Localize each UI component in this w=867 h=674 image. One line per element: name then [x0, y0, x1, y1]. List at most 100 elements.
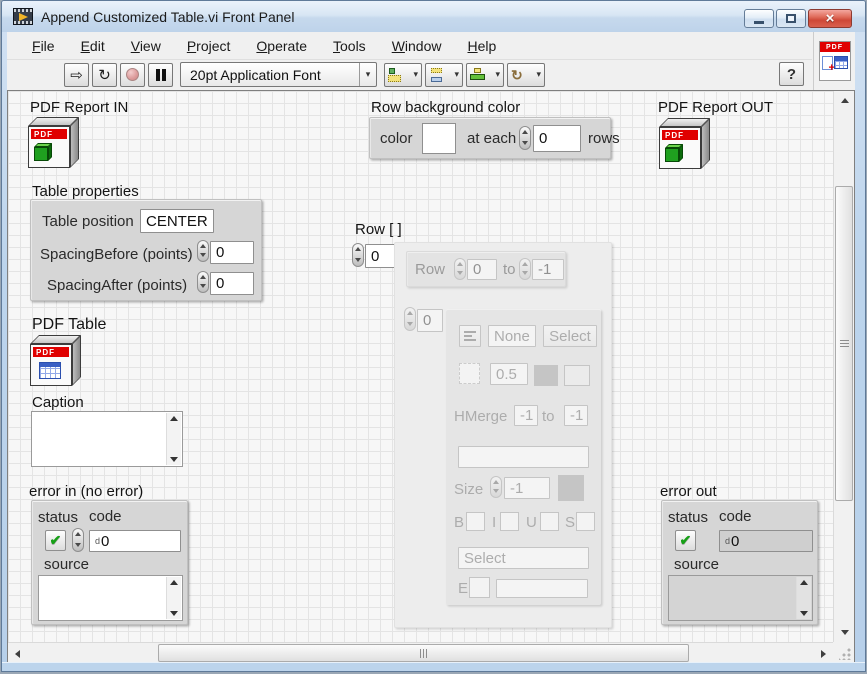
green-cube-icon: [34, 143, 56, 163]
window-title: Append Customized Table.vi Front Panel: [41, 9, 294, 25]
error-in-label: error in (no error): [29, 483, 143, 500]
color-box[interactable]: [422, 123, 456, 154]
embedded-field: [496, 579, 588, 598]
chevron-down-icon: ▾: [454, 69, 459, 80]
resize-objects-button[interactable]: ▾: [466, 63, 504, 87]
cell-array-index-field: 0: [417, 309, 443, 332]
menu-file[interactable]: File: [19, 38, 68, 54]
row-array-index-spinner[interactable]: [352, 243, 364, 267]
code-label: code: [89, 508, 122, 525]
pdf-report-out-refnum[interactable]: PDF: [659, 118, 715, 172]
row-cluster-disabled: Row 0 to -1 0 None: [394, 242, 612, 628]
source-scrollbar[interactable]: [166, 577, 181, 619]
help-icon: ?: [787, 66, 796, 83]
scroll-down-icon[interactable]: [170, 457, 178, 462]
chevron-down-icon: ▾: [413, 69, 418, 80]
status-checkbox[interactable]: ✔: [45, 530, 66, 551]
vertical-scrollbar[interactable]: [833, 91, 854, 642]
pause-button[interactable]: [148, 63, 173, 87]
table-icon: [834, 56, 848, 69]
menu-view[interactable]: View: [118, 38, 174, 54]
vi-icon[interactable]: PDF +: [819, 41, 851, 81]
at-each-field[interactable]: 0: [533, 125, 581, 152]
scroll-up-button[interactable]: [834, 91, 855, 110]
scroll-down-icon[interactable]: [800, 611, 808, 616]
help-button[interactable]: ?: [779, 62, 804, 86]
abort-button[interactable]: [120, 63, 145, 87]
scroll-left-button[interactable]: [8, 643, 27, 664]
at-each-spinner[interactable]: [519, 126, 531, 150]
run-button[interactable]: ⇨: [64, 63, 89, 87]
pdf-table-refnum[interactable]: PDF: [30, 335, 86, 389]
scroll-up-icon[interactable]: [170, 580, 178, 585]
row-range-cluster: Row 0 to -1: [406, 251, 566, 287]
align-objects-button[interactable]: ▾: [384, 63, 422, 87]
reorder-icon: ↻: [511, 68, 523, 82]
spacing-after-spinner[interactable]: [197, 271, 209, 293]
source-input[interactable]: [38, 575, 183, 621]
maximize-button[interactable]: [776, 9, 806, 28]
resize-grip[interactable]: [833, 642, 854, 663]
error-in-cluster: status code ✔ d0 source: [31, 500, 188, 625]
scroll-up-icon[interactable]: [800, 580, 808, 585]
spacing-before-field[interactable]: 0: [210, 241, 254, 264]
content-area: PDF Report IN PDF Row background color c…: [7, 90, 855, 664]
close-button[interactable]: ×: [808, 9, 852, 28]
titlebar[interactable]: Append Customized Table.vi Front Panel ×: [2, 1, 865, 32]
distribute-objects-icon: [429, 67, 445, 83]
row-bg-color-label: Row background color: [371, 99, 520, 116]
font-selector-value: 20pt Application Font: [181, 67, 359, 83]
chevron-down-icon[interactable]: ▾: [359, 63, 376, 86]
pdf-report-in-label: PDF Report IN: [30, 99, 128, 116]
spacing-after-label: SpacingAfter (points): [47, 277, 187, 294]
minimize-button[interactable]: [744, 9, 774, 28]
cell-color-box: [564, 365, 590, 386]
row-bg-color-cluster: color at each 0 rows: [369, 117, 611, 159]
scroll-left-icon: [15, 650, 20, 658]
row-from-field: 0: [467, 259, 497, 280]
table-position-field[interactable]: CENTER: [140, 209, 214, 233]
scroll-right-button[interactable]: [814, 643, 833, 664]
spacing-after-field[interactable]: 0: [210, 272, 254, 295]
font-selector[interactable]: 20pt Application Font ▾: [180, 62, 377, 87]
spacing-before-label: SpacingBefore (points): [40, 246, 193, 263]
radix-indicator: d: [725, 536, 730, 546]
spacing-before-spinner[interactable]: [197, 240, 209, 262]
bold-label: B: [454, 514, 464, 531]
underline-checkbox: [540, 512, 559, 531]
menu-help[interactable]: Help: [455, 38, 510, 54]
horizontal-scrollbar-thumb[interactable]: [158, 644, 689, 662]
row-array-index-field[interactable]: 0: [365, 244, 395, 268]
scroll-down-icon[interactable]: [170, 611, 178, 616]
pdf-table-label: PDF Table: [32, 316, 106, 334]
menu-window[interactable]: Window: [379, 38, 455, 54]
vertical-scrollbar-thumb[interactable]: [835, 186, 853, 501]
pdf-report-in-refnum[interactable]: PDF: [28, 117, 84, 171]
italic-label: I: [492, 514, 496, 531]
align-objects-icon: [388, 67, 404, 83]
window-bottom-border: [2, 662, 865, 671]
at-each-label: at each: [467, 130, 516, 147]
menu-operate[interactable]: Operate: [243, 38, 320, 54]
distribute-objects-button[interactable]: ▾: [425, 63, 463, 87]
run-continuous-button[interactable]: ↻: [92, 63, 117, 87]
caption-label: Caption: [32, 394, 84, 411]
font-color-box: [558, 475, 584, 501]
source-scrollbar[interactable]: [796, 577, 811, 619]
code-field[interactable]: d0: [89, 530, 181, 552]
embedded-checkbox: [469, 577, 490, 598]
scroll-up-icon[interactable]: [170, 416, 178, 421]
caption-input[interactable]: [31, 411, 183, 467]
horizontal-scrollbar[interactable]: [8, 642, 833, 663]
menu-tools[interactable]: Tools: [320, 38, 379, 54]
caption-scrollbar[interactable]: [166, 413, 181, 465]
menu-project[interactable]: Project: [174, 38, 244, 54]
resize-objects-icon: [470, 67, 486, 83]
code-spinner[interactable]: [72, 528, 84, 552]
reorder-button[interactable]: ↻ ▾: [507, 63, 545, 87]
row-array-label: Row [ ]: [355, 221, 402, 238]
check-icon: ✔: [50, 532, 62, 549]
pdf-banner: PDF: [820, 42, 850, 52]
menu-edit[interactable]: Edit: [68, 38, 118, 54]
scroll-down-button[interactable]: [834, 623, 855, 642]
